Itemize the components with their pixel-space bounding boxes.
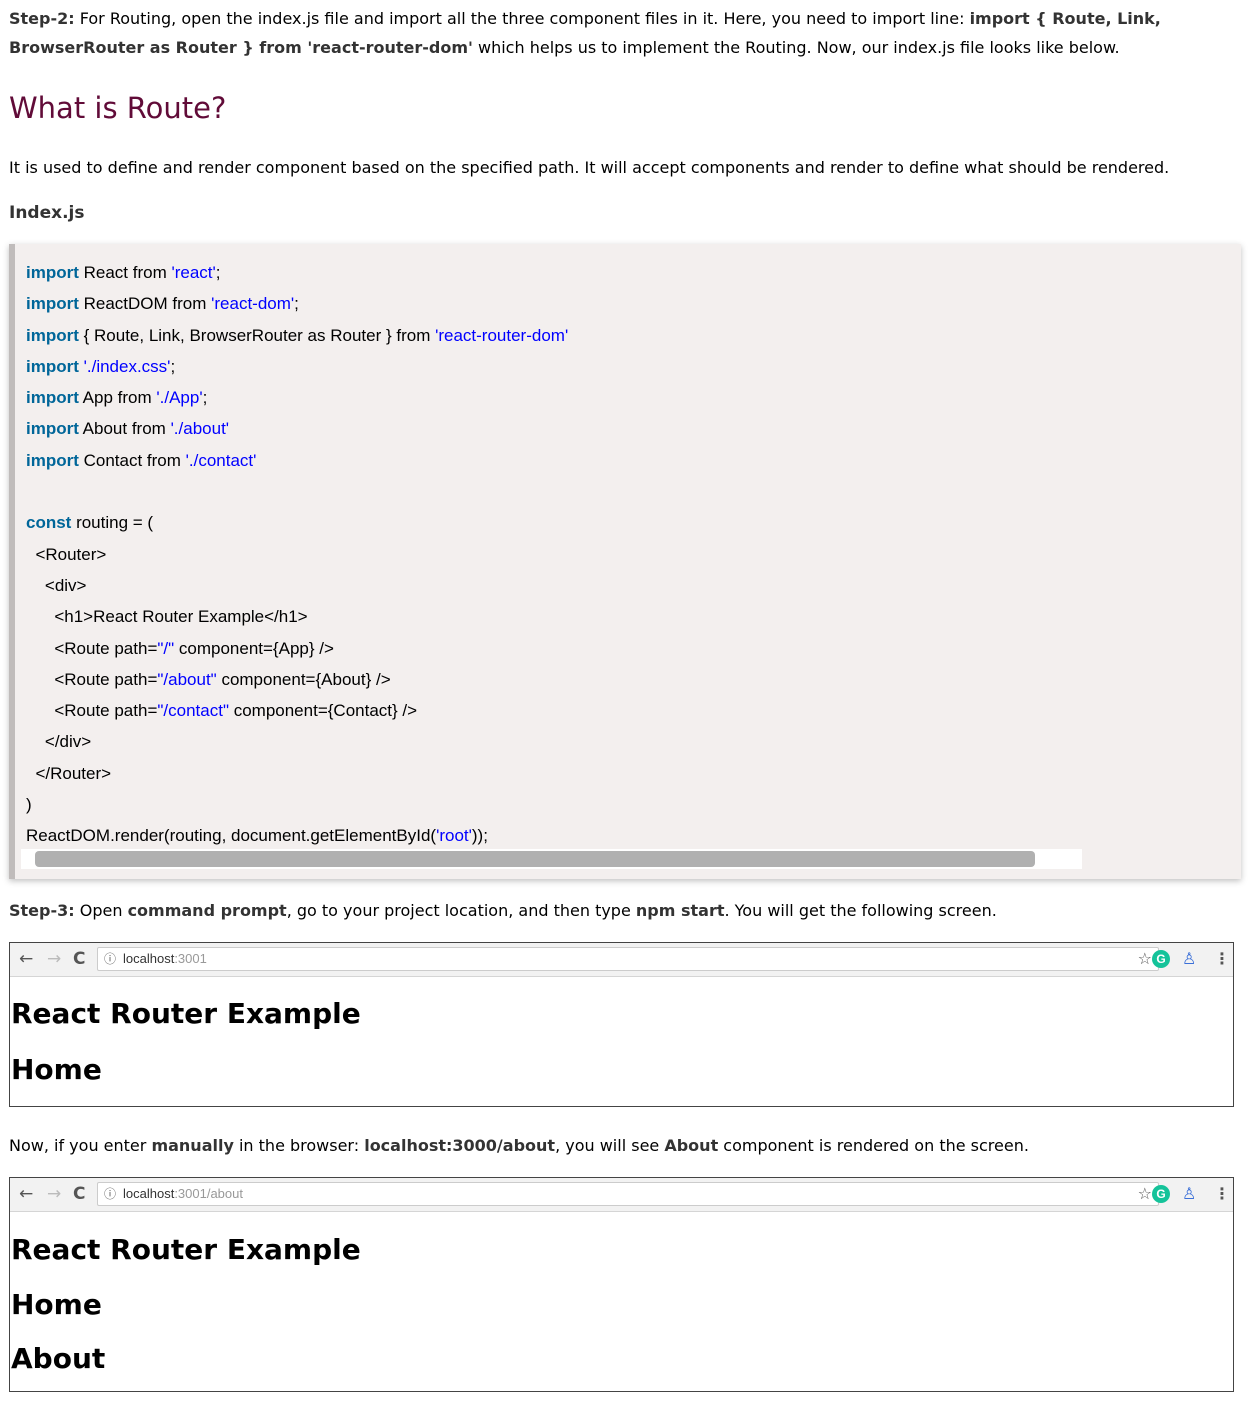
code-line: <div> — [26, 575, 87, 595]
code-line: ReactDOM.render(routing, document.getEle… — [26, 826, 488, 846]
info-icon[interactable]: ⓘ — [104, 951, 116, 967]
bookmark-star-icon[interactable]: ☆ — [1138, 1184, 1152, 1204]
manual-paragraph: Now, if you enter manually in the browse… — [9, 1136, 1029, 1155]
grammarly-icon[interactable]: G — [1152, 950, 1170, 968]
menu-dots-icon[interactable]: ⋮ — [1214, 1183, 1230, 1205]
profile-icon[interactable]: ♙ — [1182, 1183, 1196, 1205]
step3-label: Step-3: — [9, 901, 75, 920]
browser-screenshot-2: ← → C ⓘ localhost:3001/about ☆ G ♙ ⋮ Rea… — [9, 1177, 1234, 1392]
step2-bold2: BrowserRouter as Router } from 'react-ro… — [9, 38, 473, 57]
back-arrow-icon[interactable]: ← — [19, 948, 33, 970]
code-scrollbar-thumb[interactable] — [35, 851, 1035, 867]
code-line: ) — [26, 795, 32, 815]
profile-icon[interactable]: ♙ — [1182, 948, 1196, 970]
code-line: <Route path="/" component={App} /> — [26, 638, 334, 658]
forward-arrow-icon[interactable]: → — [47, 948, 61, 970]
forward-arrow-icon[interactable]: → — [47, 1183, 61, 1205]
rendered-h1: React Router Example — [11, 997, 361, 1030]
route-heading: What is Route? — [9, 91, 227, 125]
code-line: <Route path="/contact" component={Contac… — [26, 701, 418, 721]
step2-text2: which helps us to implement the Routing.… — [472, 38, 1120, 57]
browser-screenshot-1: ← → C ⓘ localhost:3001 ☆ G ♙ ⋮ React Rou… — [9, 942, 1234, 1107]
browser-toolbar: ← → C ⓘ localhost:3001/about ☆ G ♙ ⋮ — [10, 1178, 1233, 1212]
step3-paragraph: Step-3: Open command prompt, go to your … — [9, 901, 997, 920]
code-line: <Router> — [26, 544, 107, 564]
code-line: import Contact from './contact' — [26, 450, 257, 470]
code-line: <Route path="/about" component={About} /… — [26, 669, 391, 689]
bookmark-star-icon[interactable]: ☆ — [1138, 949, 1152, 969]
route-description: It is used to define and render componen… — [9, 158, 1170, 177]
code-line: import About from './about' — [26, 419, 230, 439]
code-line: import ReactDOM from 'react-dom'; — [26, 294, 299, 314]
browser-toolbar: ← → C ⓘ localhost:3001 ☆ G ♙ ⋮ — [10, 943, 1233, 977]
code-line: const routing = ( — [26, 513, 154, 533]
code-lines: import React from 'react'; import ReactD… — [26, 257, 568, 852]
code-line: import './index.css'; — [26, 356, 176, 376]
reload-icon[interactable]: C — [73, 948, 85, 970]
code-line: </div> — [26, 732, 92, 752]
reload-icon[interactable]: C — [73, 1183, 85, 1205]
menu-dots-icon[interactable]: ⋮ — [1214, 948, 1230, 970]
code-block: import React from 'react'; import ReactD… — [9, 244, 1241, 879]
code-line: import { Route, Link, BrowserRouter as R… — [26, 325, 569, 345]
info-icon[interactable]: ⓘ — [104, 1186, 116, 1202]
rendered-home: Home — [11, 1288, 102, 1321]
code-line: <h1>React Router Example</h1> — [26, 607, 308, 627]
step2-label: Step-2: — [9, 9, 75, 28]
rendered-h1: React Router Example — [11, 1233, 361, 1266]
code-line: import React from 'react'; — [26, 263, 221, 282]
step2-text1: For Routing, open the index.js file and … — [74, 9, 970, 28]
rendered-about: About — [11, 1342, 106, 1375]
file-label: Index.js — [9, 203, 85, 223]
address-url: localhost:3001/about — [123, 1186, 243, 1201]
code-line: import App from './App'; — [26, 388, 208, 408]
step2-paragraph: Step-2: For Routing, open the index.js f… — [9, 4, 1239, 62]
code-line: </Router> — [26, 763, 112, 783]
rendered-home: Home — [11, 1053, 102, 1086]
address-bar[interactable]: ⓘ localhost:3001/about ☆ — [97, 1182, 1159, 1206]
address-bar[interactable]: ⓘ localhost:3001 ☆ — [97, 947, 1159, 971]
back-arrow-icon[interactable]: ← — [19, 1183, 33, 1205]
grammarly-icon[interactable]: G — [1152, 1185, 1170, 1203]
step2-bold1: import { Route, Link, — [969, 9, 1161, 28]
address-url: localhost:3001 — [123, 951, 207, 966]
